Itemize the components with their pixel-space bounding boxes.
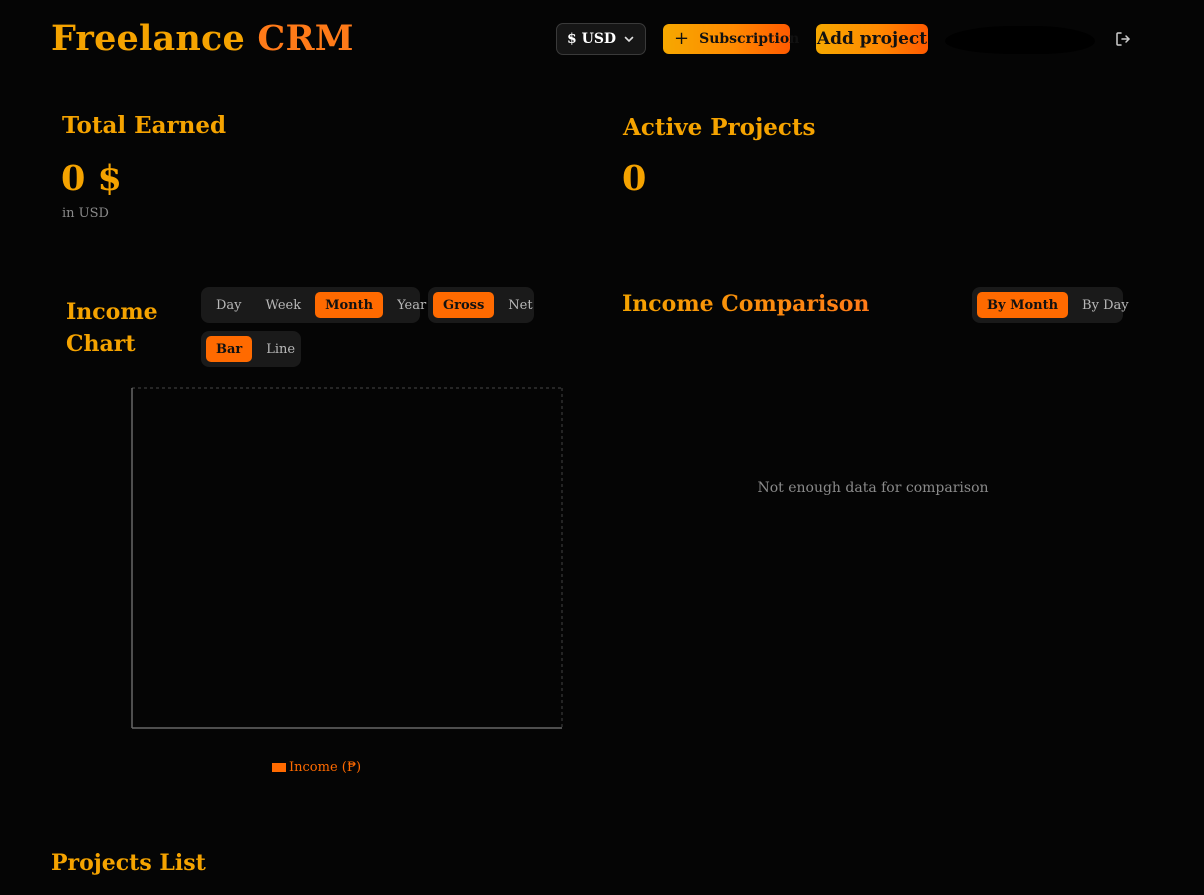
subscription-button[interactable]: + Subscription <box>663 24 799 54</box>
chart-type-bar-option[interactable]: Bar <box>206 336 253 362</box>
user-avatar-redacted[interactable] <box>945 26 1095 54</box>
period-day-option[interactable]: Day <box>206 292 252 318</box>
brand-word-1: Freelance <box>51 18 246 59</box>
active-projects-title: Active Projects <box>623 114 816 141</box>
comparison-empty-message: Not enough data for comparison <box>757 480 989 496</box>
chart-type-toggle: Bar Line <box>201 331 301 367</box>
income-mode-toggle: Gross Net <box>428 287 534 323</box>
comparison-toggle: By Month By Day <box>972 287 1129 323</box>
chart-type-line-option[interactable]: Line <box>256 336 305 362</box>
currency-select[interactable]: $ USD <box>556 23 646 55</box>
by-day-option[interactable]: By Day <box>1072 292 1139 318</box>
period-toggle: Day Week Month Year <box>201 287 426 323</box>
brand-word-2: CRM <box>257 18 354 59</box>
active-projects-value: 0 <box>622 158 647 199</box>
logout-icon[interactable] <box>1114 30 1132 48</box>
income-comparison-title: Income Comparison <box>622 291 870 317</box>
subscription-label: Subscription <box>699 31 800 47</box>
total-earned-currency-note: in USD <box>62 206 109 221</box>
app-logo[interactable]: Freelance CRM <box>51 18 354 59</box>
chevron-down-icon <box>624 36 634 43</box>
plus-icon: + <box>674 28 690 49</box>
by-month-option[interactable]: By Month <box>977 292 1069 318</box>
chart-legend[interactable]: Income (₱) <box>272 760 361 775</box>
mode-net-option[interactable]: Net <box>498 292 542 318</box>
currency-value: $ USD <box>567 31 617 47</box>
period-month-option[interactable]: Month <box>315 292 384 318</box>
legend-label: Income (₱) <box>289 760 362 775</box>
total-earned-title: Total Earned <box>62 112 227 139</box>
income-chart-plot <box>131 387 563 729</box>
projects-list-title: Projects List <box>51 850 206 876</box>
total-earned-value: 0 $ <box>61 158 122 199</box>
add-project-button[interactable]: Add project <box>816 24 928 54</box>
dashboard-page: Freelance CRM $ USD + Subscription Add p… <box>0 0 1204 895</box>
income-chart-title: Income Chart <box>66 299 158 357</box>
period-week-option[interactable]: Week <box>256 292 312 318</box>
legend-swatch <box>272 763 286 772</box>
mode-gross-option[interactable]: Gross <box>433 292 495 318</box>
